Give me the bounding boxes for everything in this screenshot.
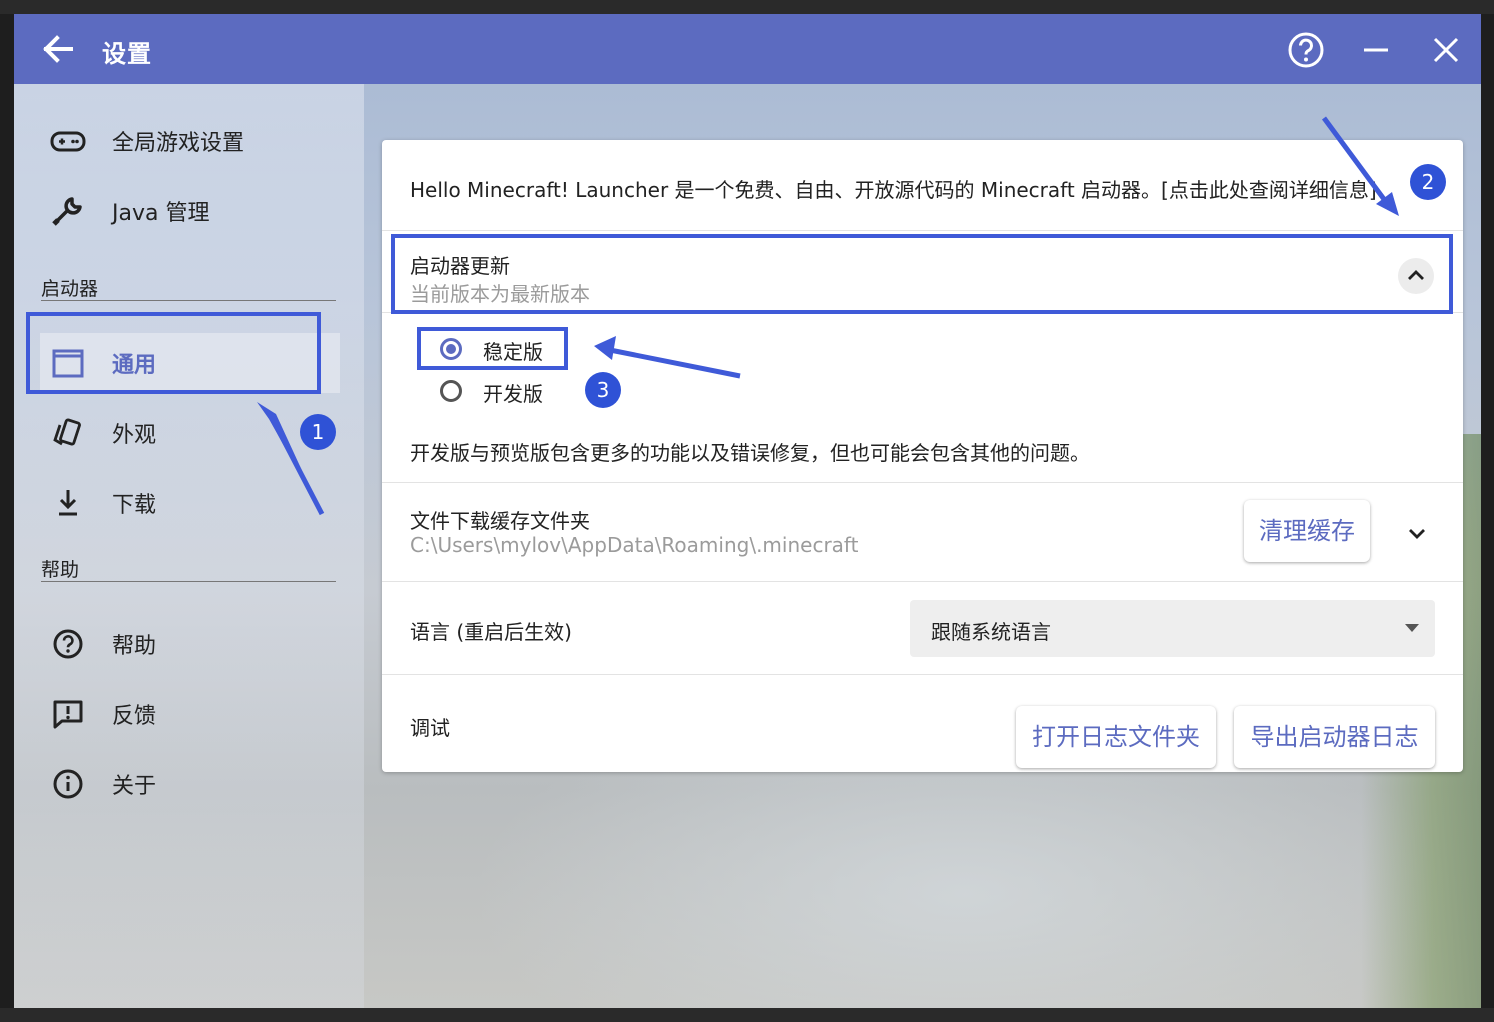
divider [382,482,1463,483]
open-log-folder-button[interactable]: 打开日志文件夹 [1016,706,1216,768]
section-divider [41,581,336,582]
sidebar-item-label: 关于 [112,774,157,799]
sidebar-item-label: 反馈 [112,704,157,729]
cache-folder-title: 文件下载缓存文件夹 [410,509,590,533]
update-channel-note: 开发版与预览版包含更多的功能以及错误修复，但也可能会包含其他的问题。 [410,441,1090,465]
annotation-box-update [391,234,1453,314]
annotation-badge-2: 2 [1410,164,1446,200]
wrench-icon [52,197,82,226]
chevron-down-icon[interactable] [1402,518,1432,548]
help-circle-icon[interactable] [1286,30,1326,70]
download-icon [59,490,77,516]
title-bar: 设置 [14,14,1481,84]
cache-folder-path: C:\Users\mylov\AppData\Roaming\.minecraf… [410,533,859,557]
sidebar-item-appearance[interactable]: 外观 [40,403,340,463]
language-select-value: 跟随系统语言 [931,620,1051,644]
annotation-badge-1: 1 [300,414,336,450]
settings-window: 设置 全局游戏设置 Java 管理 启动器 通用 外观 下载 帮助 帮助 反馈 … [14,14,1481,1008]
sidebar-item-global-game-settings[interactable]: 全局游戏设置 [40,111,340,171]
arrow-left-icon[interactable] [38,29,78,69]
section-label-launcher: 启动器 [41,278,99,300]
divider [382,581,1463,582]
cards-icon [53,418,81,446]
info-icon [53,769,83,799]
annotation-box-general [26,312,321,394]
language-label: 语言 (重启后生效) [410,620,572,644]
sidebar-item-about[interactable]: 关于 [40,754,340,814]
annotation-box-stable [417,327,568,370]
sidebar-item-java-management[interactable]: Java 管理 [40,181,340,241]
desktop-bottom-edge [0,1008,1494,1022]
annotation-badge-3: 3 [585,372,621,408]
minimize-icon[interactable] [1356,30,1396,70]
gamepad-icon [50,131,86,152]
divider [382,674,1463,675]
close-icon[interactable] [1426,30,1466,70]
sidebar-item-label: 下载 [112,493,157,518]
sidebar: 全局游戏设置 Java 管理 启动器 通用 外观 下载 帮助 帮助 反馈 关于 [14,84,364,1008]
sidebar-item-label: 全局游戏设置 [112,131,245,156]
export-launcher-log-button[interactable]: 导出启动器日志 [1234,706,1435,768]
section-label-help: 帮助 [41,559,80,581]
help-circle-icon [53,629,83,659]
divider [382,230,1463,231]
debug-label: 调试 [410,716,450,740]
dropdown-arrow-icon [1405,624,1419,632]
sidebar-item-label: Java 管理 [112,201,210,226]
language-select[interactable]: 跟随系统语言 [910,600,1435,657]
desktop-top-edge [0,0,1494,14]
radio-dev-label[interactable]: 开发版 [483,378,543,407]
sidebar-item-label: 帮助 [112,634,157,659]
radio-dev[interactable] [440,380,462,402]
feedback-icon [53,700,83,729]
sidebar-item-label: 外观 [112,423,157,448]
about-launcher-link[interactable]: Hello Minecraft! Launcher 是一个免费、自由、开放源代码… [410,174,1410,203]
clear-cache-button[interactable]: 清理缓存 [1244,500,1370,562]
sidebar-item-download[interactable]: 下载 [40,473,340,533]
section-divider [41,300,336,301]
window-title: 设置 [102,40,152,68]
sidebar-item-feedback[interactable]: 反馈 [40,684,340,744]
sidebar-item-help[interactable]: 帮助 [40,614,340,674]
